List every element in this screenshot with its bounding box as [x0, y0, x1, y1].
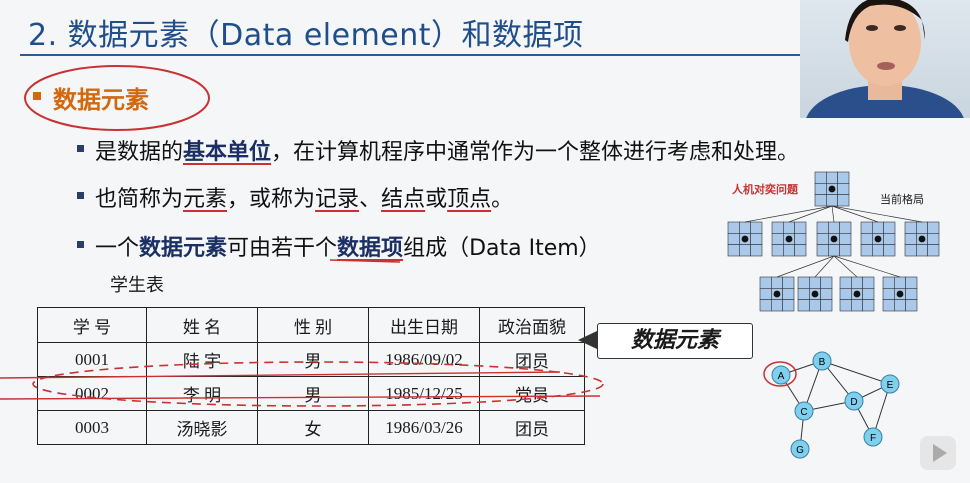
board-grid: [771, 221, 807, 257]
board-grid: [727, 221, 763, 257]
board-grid: [814, 171, 850, 207]
graph-node-label: C: [800, 407, 807, 418]
graph-node-label: B: [819, 357, 826, 368]
graph-node-label: G: [796, 445, 804, 456]
tree-title: 人机对奕问题: [732, 183, 798, 196]
graph-node-label: D: [850, 397, 857, 408]
board-grid: [860, 221, 896, 257]
board-grid: [882, 276, 918, 312]
board-grid: [797, 276, 833, 312]
graph-node-label: A: [778, 371, 785, 382]
graph-node-label: E: [887, 380, 894, 391]
play-icon[interactable]: [918, 432, 958, 474]
board-grid: [904, 221, 940, 257]
graph-diagram: A B C D E F G: [763, 351, 900, 459]
tree-current-label: 当前格局: [880, 193, 924, 206]
board-grid: [816, 221, 852, 257]
graph-node-label: F: [870, 433, 876, 444]
board-grid: [759, 276, 795, 312]
board-grid: [839, 276, 875, 312]
